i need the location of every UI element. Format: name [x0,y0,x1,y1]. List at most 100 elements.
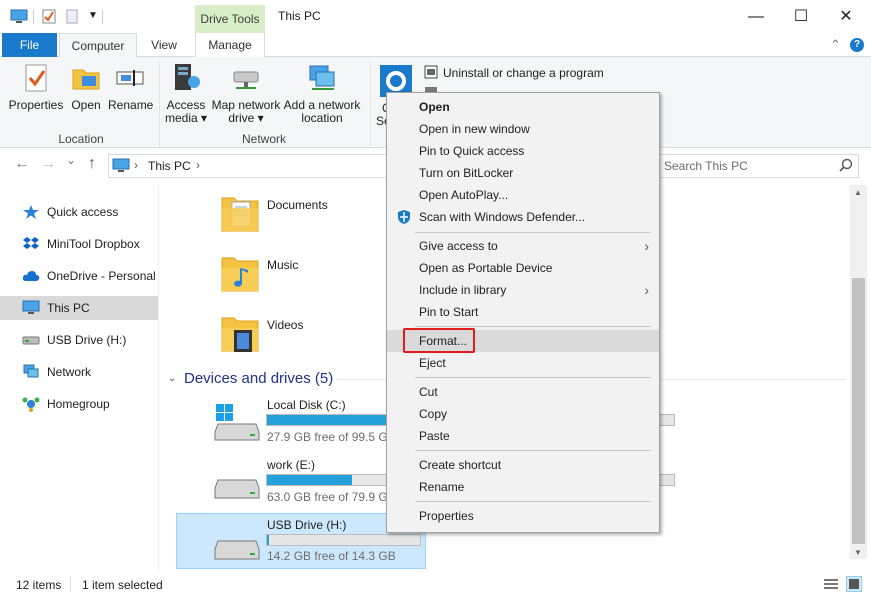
back-button[interactable]: ← [14,155,30,173]
search-icon[interactable] [839,158,853,172]
new-folder-icon[interactable] [66,9,78,24]
open-folder-icon [72,69,100,90]
sidebar-item-quick-access[interactable]: Quick access [0,200,158,224]
properties-button[interactable]: Properties [8,62,64,112]
drive-h-free-space: 14.2 GB free of 14.3 GB [267,549,396,563]
computer-icon [10,9,28,23]
dropbox-icon [23,237,39,249]
access-media-label-1: Access [166,98,206,112]
menu-item-eject[interactable]: Eject [387,352,659,374]
cloud-icon [22,271,40,281]
map-network-drive-label-2: drive ▾ [228,111,264,125]
group-separator [370,62,371,146]
sidebar-item-onedrive[interactable]: OneDrive - Personal [0,264,158,288]
tab-view[interactable]: View [140,33,188,57]
usb-drive-icon[interactable] [214,535,260,565]
scroll-up-arrow-icon[interactable]: ▲ [854,188,862,197]
search-input[interactable]: Search This PC [658,154,859,178]
details-view-icon[interactable] [823,577,839,591]
media-server-icon [175,64,200,90]
properties-label: Properties [8,98,64,112]
drive-e-name[interactable]: work (E:) [267,458,315,472]
menu-item-pin-quick-access[interactable]: Pin to Quick access [387,140,659,162]
close-button[interactable]: ✕ [823,0,869,33]
access-media-button[interactable]: Access media ▾ [164,62,208,125]
folder-music[interactable]: Music [267,258,298,272]
network-drive-icon [233,71,259,89]
sidebar-item-label: This PC [47,301,90,315]
menu-item-turn-on-bitlocker[interactable]: Turn on BitLocker [387,162,659,184]
context-menu: Open Open in new window Pin to Quick acc… [386,92,660,533]
tab-manage[interactable]: Manage [195,33,265,57]
rename-button[interactable]: Rename [108,62,154,112]
forward-button[interactable]: → [40,155,56,173]
drive-tools-tab-group: Drive Tools [195,5,265,33]
map-network-drive-button[interactable]: Map network drive ▾ [210,62,282,125]
menu-item-include-library[interactable]: Include in library › [387,279,659,301]
sidebar-item-label: Network [47,365,92,379]
rename-label: Rename [108,98,154,112]
menu-item-open-autoplay[interactable]: Open AutoPlay... [387,184,659,206]
menu-item-give-access[interactable]: Give access to › [387,235,659,257]
menu-item-open-new-window[interactable]: Open in new window [387,118,659,140]
open-button[interactable]: Open [68,62,104,112]
maximize-button[interactable]: ☐ [778,0,824,33]
videos-folder-icon[interactable] [220,312,260,356]
divider [70,576,71,592]
minimize-button[interactable]: — [733,0,779,33]
folder-documents[interactable]: Documents [267,198,328,212]
folder-videos[interactable]: Videos [267,318,303,332]
menu-item-create-shortcut[interactable]: Create shortcut [387,454,659,476]
documents-folder-icon[interactable] [220,192,260,234]
menu-item-cut[interactable]: Cut [387,381,659,403]
menu-item-open[interactable]: Open [387,96,659,118]
sidebar-item-usb-drive[interactable]: USB Drive (H:) [0,328,158,352]
divider [33,10,34,24]
drive-e-free-space: 63.0 GB free of 79.9 GB [267,490,396,504]
breadcrumb-separator[interactable]: › [134,158,138,172]
format-highlight-box [403,328,475,353]
music-folder-icon[interactable] [220,252,260,294]
ribbon-collapse-button[interactable]: ⌃ [830,37,841,53]
sidebar-item-minitool-dropbox[interactable]: MiniTool Dropbox [0,232,158,256]
large-icons-view-icon[interactable] [846,576,862,592]
hard-drive-icon[interactable] [214,474,260,504]
breadcrumb-this-pc[interactable]: This PC [148,159,191,173]
sidebar-item-homegroup[interactable]: Homegroup [0,392,158,416]
network-icon [23,364,39,378]
quick-access-toolbar-dropdown[interactable]: ▼ [88,10,98,21]
group-separator [159,62,160,146]
menu-item-properties[interactable]: Properties [387,505,659,527]
menu-item-open-portable-device[interactable]: Open as Portable Device [387,257,659,279]
menu-separator [415,232,651,233]
scroll-down-arrow-icon[interactable]: ▼ [854,548,862,557]
add-network-location-label-1: Add a network [283,98,361,112]
properties-icon[interactable] [42,9,56,24]
recent-locations-button[interactable]: ⌄ [66,153,76,167]
drive-c-name[interactable]: Local Disk (C:) [267,398,346,412]
menu-item-paste[interactable]: Paste [387,425,659,447]
local-disk-icon[interactable] [214,404,260,444]
up-button[interactable]: ↑ [88,155,96,173]
menu-item-scan-defender[interactable]: Scan with Windows Defender... [387,206,659,228]
menu-item-copy[interactable]: Copy [387,403,659,425]
help-button[interactable]: ? [850,38,864,52]
collapse-group-chevron-icon[interactable]: ⌄ [168,373,176,384]
devices-drives-header[interactable]: Devices and drives (5) [184,370,333,387]
tab-computer[interactable]: Computer [59,33,137,58]
menu-item-label: Include in library [419,283,507,297]
drive-h-usage-bar [266,534,421,546]
breadcrumb-separator[interactable]: › [196,158,200,172]
sidebar-item-network[interactable]: Network [0,360,158,384]
uninstall-program-icon [424,65,438,79]
drive-h-name[interactable]: USB Drive (H:) [267,518,346,532]
menu-item-rename[interactable]: Rename [387,476,659,498]
tab-file[interactable]: File [2,33,57,57]
scrollbar-thumb[interactable] [852,278,865,544]
add-network-location-label-2: location [301,111,343,125]
add-network-location-button[interactable]: Add a network location [283,62,361,125]
sidebar-item-this-pc[interactable]: This PC [0,296,158,320]
open-label: Open [71,98,101,112]
menu-item-pin-start[interactable]: Pin to Start [387,301,659,323]
uninstall-program-button[interactable]: Uninstall or change a program [443,66,604,80]
